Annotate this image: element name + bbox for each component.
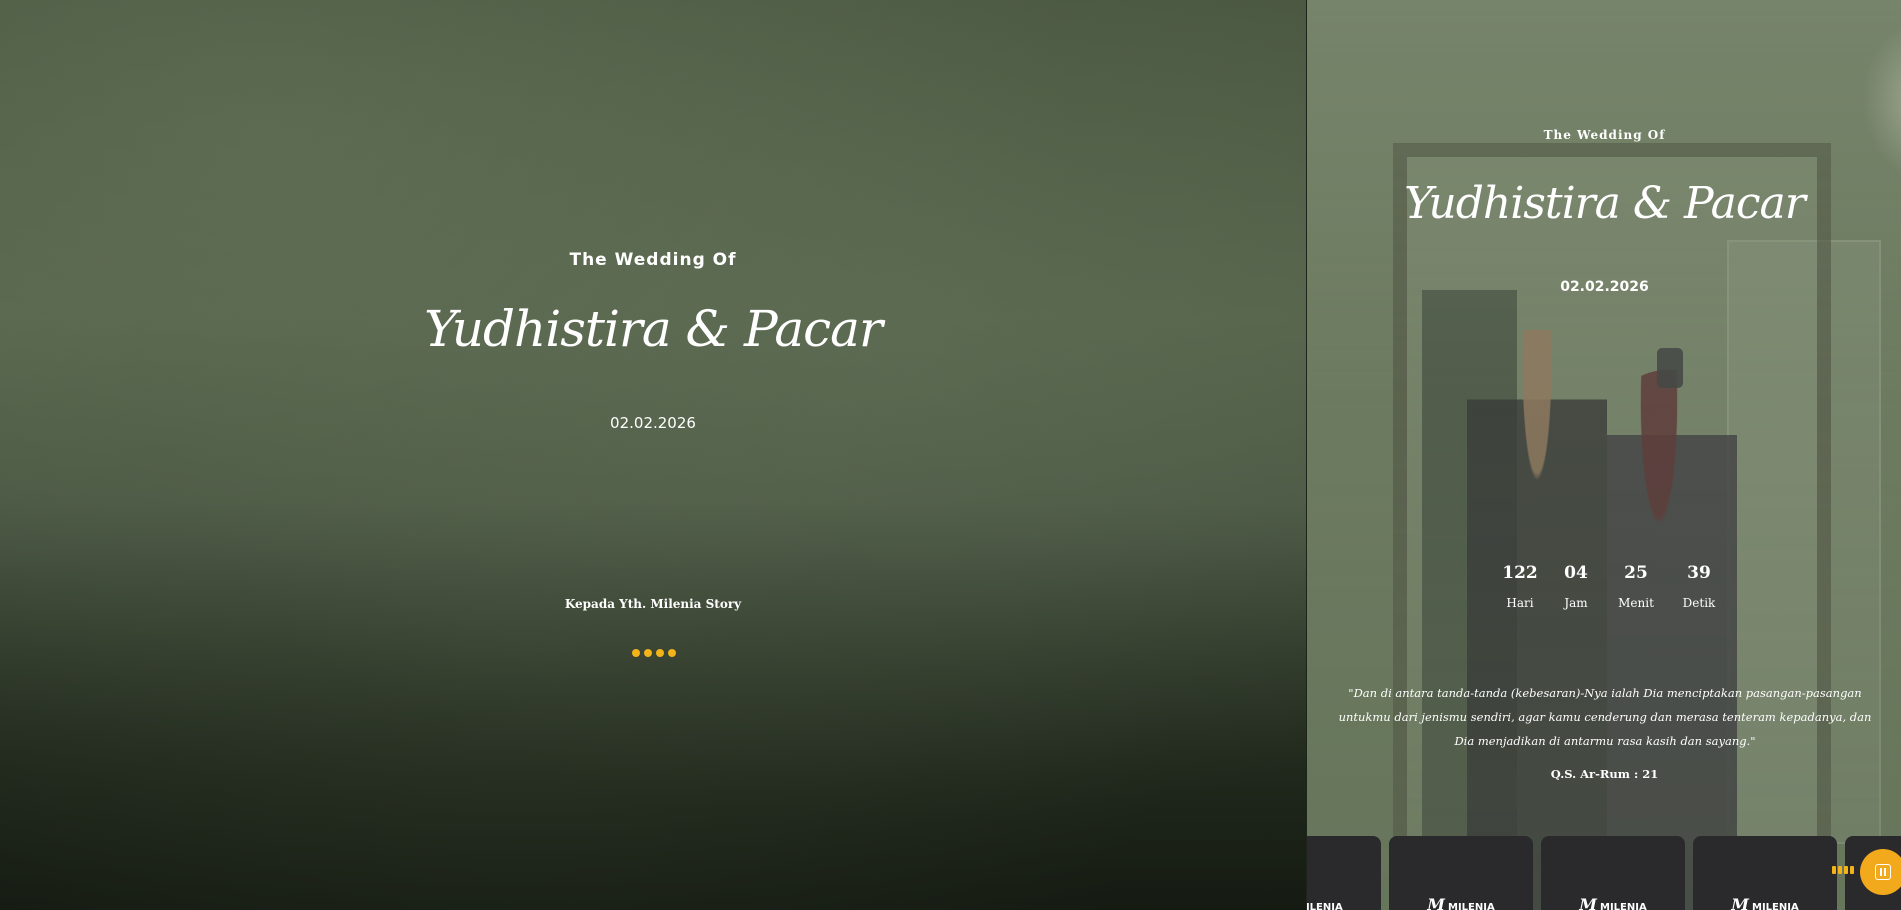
music-toggle-button[interactable] [1860,849,1901,895]
gallery-card[interactable]: MMILENIA [1389,836,1533,910]
countdown-value: 122 [1502,563,1538,583]
cover-subtitle: The Wedding Of [569,250,737,270]
countdown-label: Detik [1682,596,1716,610]
countdown-label: Hari [1506,596,1534,610]
countdown-value: 39 [1687,563,1711,583]
gallery-card[interactable]: MMILENIA [1693,836,1837,910]
card-brand: MILENIA [1306,902,1343,910]
quote-text: "Dan di antara tanda-tanda (kebesaran)-N… [1338,686,1872,748]
card-brand: MILENIA [1600,902,1647,910]
hero-date: 02.02.2026 [1560,279,1649,295]
countdown-value: 25 [1624,563,1648,583]
card-logo: MMILENIA [1541,895,1685,910]
card-logo: MMILENIA [1306,895,1381,910]
card-brand: MILENIA [1448,902,1495,910]
gallery-card[interactable]: MMILENIA [1306,836,1381,910]
hero-couple-names: Yudhistira & Pacar [1404,178,1806,229]
countdown-label: Jam [1564,596,1588,610]
loader-dot [644,649,652,657]
cover-couple-names: Yudhistira & Pacar [424,300,883,358]
countdown-value: 04 [1564,563,1588,583]
quote-source: Q.S. Ar-Rum : 21 [1550,767,1659,781]
cover-guest-line: Kepada Yth. Milenia Story [564,597,742,611]
cover-panel: The Wedding Of Yudhistira & Pacar 02.02.… [0,0,1306,910]
loader-dot [632,649,640,657]
cover-date: 02.02.2026 [610,414,696,432]
gallery-strip[interactable]: MMILENIA MMILENIA MMILENIA MMILENIA [1307,836,1901,910]
card-logo: MMILENIA [1389,895,1533,910]
hero-subtitle: The Wedding Of [1543,128,1666,142]
countdown-hours: 04 Jam [1546,563,1606,610]
cover-content: The Wedding Of Yudhistira & Pacar 02.02.… [0,0,1306,910]
card-logo: MMILENIA [1693,895,1837,910]
card-brand: MILENIA [1752,902,1799,910]
countdown-seconds: 39 Detik [1669,563,1729,610]
countdown-days: 122 Hari [1490,563,1550,610]
loader-dot [656,649,664,657]
milenia-logo-icon: M [1579,895,1597,910]
hero-content: The Wedding Of Yudhistira & Pacar 02.02.… [1307,0,1901,910]
gallery-card[interactable]: MMILENIA [1541,836,1685,910]
countdown: 122 Hari 04 Jam 25 Menit 39 Detik [1490,563,1726,623]
countdown-label: Menit [1618,596,1654,610]
countdown-minutes: 25 Menit [1606,563,1666,610]
hero-panel: The Wedding Of Yudhistira & Pacar 02.02.… [1306,0,1901,910]
loader-dot [668,649,676,657]
pause-music-icon [1875,864,1891,880]
bars-loader-icon [1832,866,1854,874]
milenia-logo-icon: M [1427,895,1445,910]
dots-loader-icon [630,649,678,659]
milenia-logo-icon: M [1731,895,1749,910]
